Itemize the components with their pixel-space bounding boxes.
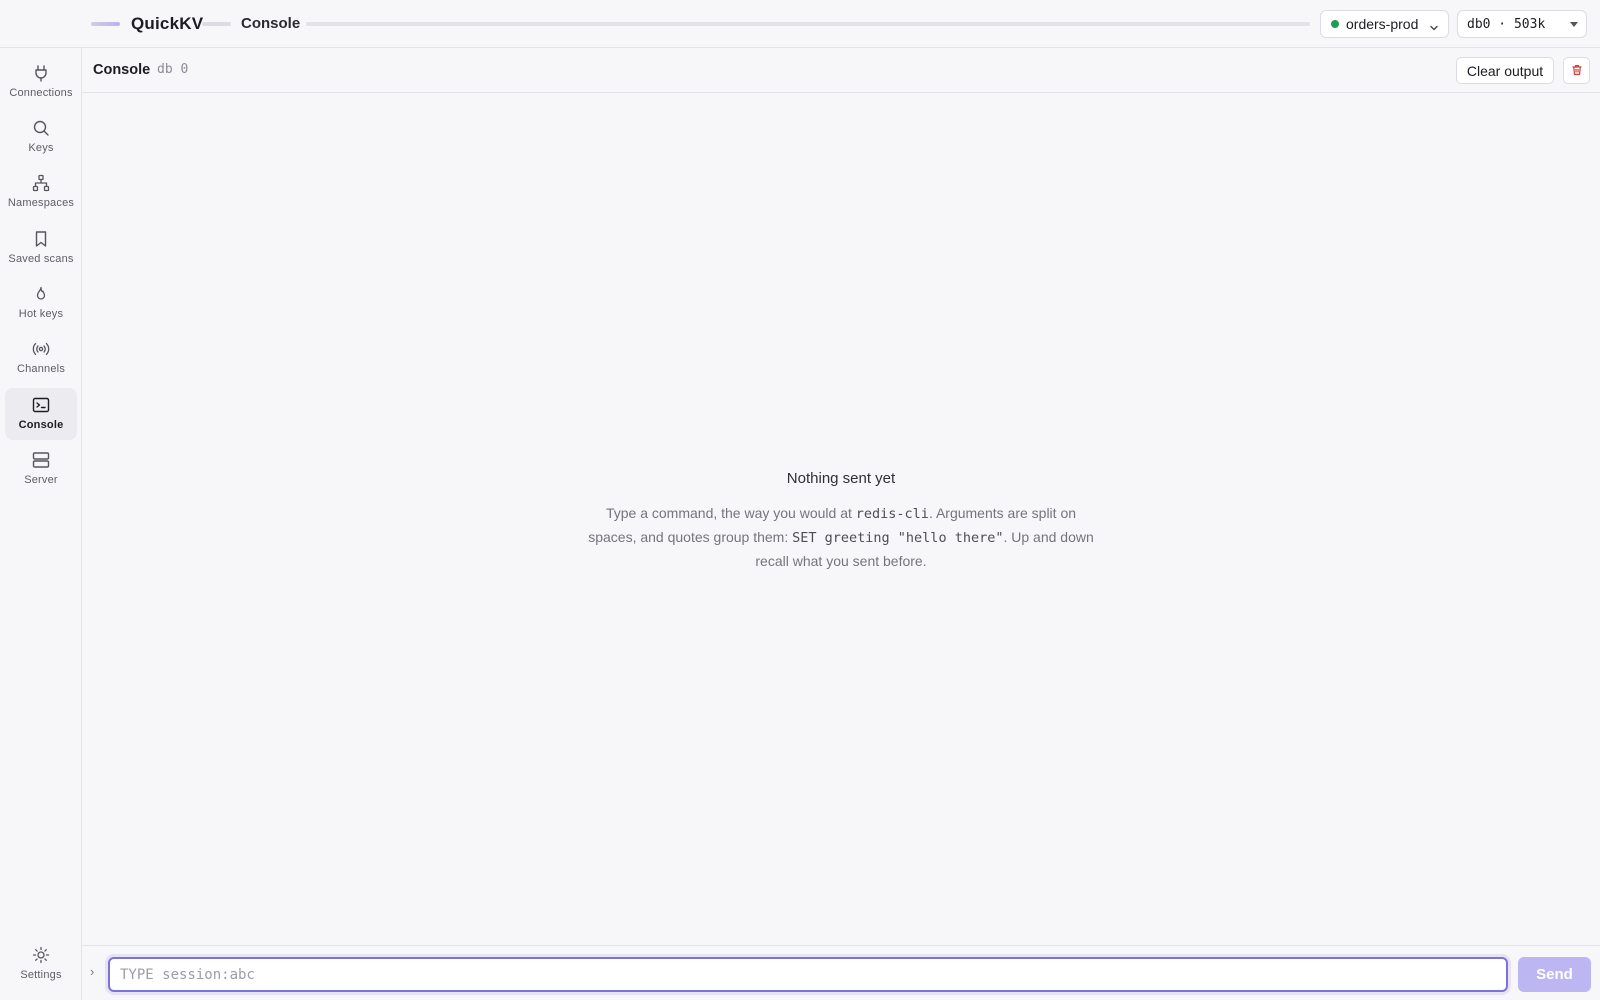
activity-bar xyxy=(306,22,1310,26)
prompt-icon: › xyxy=(90,964,95,979)
caret-down-icon xyxy=(1570,22,1578,27)
terminal-icon xyxy=(32,395,50,415)
flame-icon xyxy=(32,284,50,304)
console-db-label: db 0 xyxy=(157,62,189,77)
connection-select[interactable]: orders-prod xyxy=(1320,10,1449,38)
sidebar: Connections Keys Namespaces Saved scans … xyxy=(0,48,82,1000)
sidebar-item-label: Console xyxy=(18,419,64,431)
settings-label: Settings xyxy=(20,969,62,981)
sidebar-item-server[interactable]: Server xyxy=(5,443,77,495)
chevron-down-icon xyxy=(1429,20,1439,36)
gear-icon xyxy=(32,945,50,965)
database-select-value: db0 · 503k xyxy=(1467,16,1546,32)
sidebar-item-keys[interactable]: Keys xyxy=(5,111,77,163)
sidebar-item-channels[interactable]: Channels xyxy=(5,332,77,384)
empty-state-title: Nothing sent yet xyxy=(786,470,896,487)
delete-button[interactable] xyxy=(1563,57,1590,84)
sidebar-item-label: Namespaces xyxy=(7,197,75,209)
sidebar-item-label: Hot keys xyxy=(18,308,64,320)
console-header: Console db 0 Clear output xyxy=(82,48,1600,93)
connection-name: orders-prod xyxy=(1346,16,1419,32)
sidebar-item-console[interactable]: Console xyxy=(5,388,77,440)
search-icon xyxy=(32,118,50,138)
sidebar-item-namespaces[interactable]: Namespaces xyxy=(5,166,77,218)
console-title: Console xyxy=(93,62,151,78)
bookmark-icon xyxy=(32,229,50,249)
clear-output-button[interactable]: Clear output xyxy=(1456,57,1554,84)
sidebar-item-label: Channels xyxy=(16,363,66,375)
command-bar: › Send xyxy=(82,945,1600,1000)
sidebar-item-label: Saved scans xyxy=(8,253,74,265)
breadcrumb-separator xyxy=(202,22,231,26)
top-bar: QuickKV Console orders-prod db0 · 503k xyxy=(0,0,1600,48)
sidebar-item-connections[interactable]: Connections xyxy=(5,56,77,108)
code-snippet: redis-cli xyxy=(855,506,929,522)
sidebar-item-saved-scans[interactable]: Saved scans xyxy=(5,222,77,274)
empty-state-description: Type a command, the way you would at red… xyxy=(585,502,1097,573)
sidebar-item-label: Server xyxy=(24,474,58,486)
sidebar-item-label: Connections xyxy=(9,87,73,99)
broadcast-icon xyxy=(32,339,50,359)
breadcrumb-current: Console xyxy=(241,15,301,32)
app-name: QuickKV xyxy=(131,14,204,33)
hierarchy-icon xyxy=(32,173,50,193)
sidebar-item-hot-keys[interactable]: Hot keys xyxy=(5,277,77,329)
sidebar-item-label: Keys xyxy=(28,142,54,154)
database-select[interactable]: db0 · 503k xyxy=(1457,10,1587,38)
command-input[interactable] xyxy=(108,957,1508,992)
app-logo-mark xyxy=(91,22,120,26)
sidebar-item-settings[interactable]: Settings xyxy=(5,938,77,990)
trash-icon xyxy=(1571,63,1583,79)
console-output-area: Nothing sent yet Type a command, the way… xyxy=(82,93,1600,945)
empty-state-text: Type a command, the way you would at xyxy=(605,505,856,521)
code-snippet: SET greeting "hello there" xyxy=(792,530,1004,546)
plug-icon xyxy=(32,63,50,83)
server-icon xyxy=(32,450,50,470)
send-button[interactable]: Send xyxy=(1518,957,1591,992)
connection-status-dot xyxy=(1331,20,1339,28)
